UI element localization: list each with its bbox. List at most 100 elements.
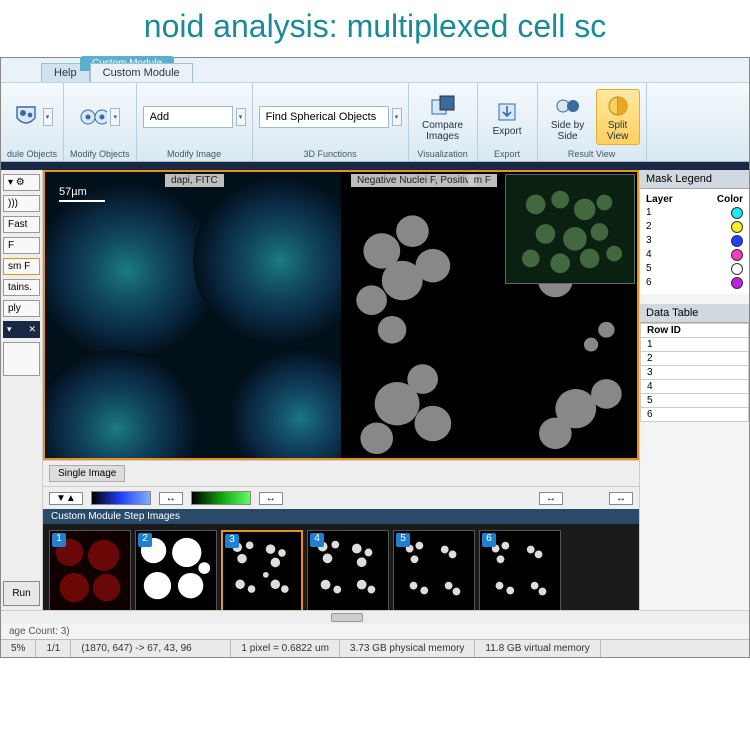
empty-field[interactable] <box>3 342 40 376</box>
table-row[interactable]: 4 <box>641 380 749 394</box>
step-thumb-5[interactable]: 5 <box>393 530 475 612</box>
step-strip: 1 2 3 4 5 6 <box>43 524 639 618</box>
color-swatch <box>731 221 743 233</box>
step-thumb-3[interactable]: 3 <box>221 530 303 612</box>
legend-row: 6 <box>646 276 743 290</box>
legend-layer: 6 <box>646 277 652 289</box>
ribbon: ▾ dule Objects ▾ Modify Objects ▾ Modify… <box>1 82 749 162</box>
expand-icon[interactable]: ▼▲ <box>49 492 83 505</box>
legend-header: Color <box>717 194 743 205</box>
stains-item[interactable]: tains. <box>3 279 40 296</box>
channel-label-right2: m F <box>468 174 497 187</box>
color-swatch <box>731 249 743 261</box>
color-swatch <box>731 207 743 219</box>
3d-functions-input[interactable] <box>259 106 389 128</box>
ribbon-group-label: Visualization <box>415 147 471 159</box>
ribbon-group-label: Modify Objects <box>70 147 130 159</box>
histogram-blue[interactable] <box>91 491 151 505</box>
table-row[interactable]: 6 <box>641 408 749 422</box>
panel-close-bar[interactable]: ▾✕ <box>3 321 40 338</box>
modify-image-input[interactable] <box>143 106 233 128</box>
right-panel: Mask Legend LayerColor 123456 Data Table… <box>639 170 749 610</box>
modify-objects-icon[interactable] <box>79 103 107 131</box>
status-virt-mem: 11.8 GB virtual memory <box>475 640 600 657</box>
step-thumb-2[interactable]: 2 <box>135 530 217 612</box>
view-pane-right[interactable]: Negative Nuclei F, Positiv m F <box>341 172 637 458</box>
compare-images-button[interactable]: Compare Images <box>415 90 471 144</box>
histogram-green[interactable] <box>191 491 251 505</box>
chevron-down-icon[interactable]: ▾ <box>110 108 120 126</box>
horizontal-scrollbar[interactable] <box>1 610 749 624</box>
menu-tab-custom-module[interactable]: Custom Module <box>90 63 193 82</box>
status-phys-mem: 3.73 GB physical memory <box>340 640 476 657</box>
status-pixel-scale: 1 pixel = 0.6822 um <box>231 640 340 657</box>
histogram-row: ▼▲ ↔ ↔ ↔ ↔ <box>43 486 639 509</box>
status-page: 1/1 <box>36 640 71 657</box>
application-window: Custom Module Help Custom Module ▾ dule … <box>0 57 750 658</box>
table-row[interactable]: 2 <box>641 352 749 366</box>
ribbon-group-label: Result View <box>544 147 640 159</box>
left-panel: ▾ ⚙ ))) Fast F sm F tains. ply ▾✕ Run <box>1 170 43 610</box>
status-percent: 5% <box>1 640 36 657</box>
table-row[interactable]: 5 <box>641 394 749 408</box>
side-by-side-button[interactable]: Side by Side <box>544 90 592 144</box>
chevron-down-icon[interactable]: ▾ <box>236 108 246 126</box>
fast-button[interactable]: Fast <box>3 216 40 233</box>
chevron-down-icon[interactable]: ▾ <box>43 108 53 126</box>
mask-legend: LayerColor 123456 <box>640 189 749 294</box>
mask-legend-title: Mask Legend <box>640 170 749 189</box>
single-image-tab[interactable]: Single Image <box>49 465 125 482</box>
title-strip <box>1 162 749 170</box>
chevron-down-icon[interactable]: ▾ <box>392 108 402 126</box>
arrows-h-icon[interactable]: ↔ <box>259 492 283 505</box>
button-label: Side by Side <box>548 120 588 142</box>
step-strip-title: Custom Module Step Images <box>43 509 639 524</box>
arrows-h-icon[interactable]: ↔ <box>159 492 183 505</box>
color-swatch <box>731 277 743 289</box>
export-button[interactable]: Export <box>489 96 526 139</box>
image-count-label: age Count: 3) <box>1 624 749 639</box>
step-thumb-6[interactable]: 6 <box>479 530 561 612</box>
arrows-h-icon[interactable]: ↔ <box>539 492 563 505</box>
legend-layer: 3 <box>646 235 652 247</box>
ribbon-group-label: 3D Functions <box>259 147 402 159</box>
step-thumb-1[interactable]: 1 <box>49 530 131 612</box>
color-swatch <box>731 263 743 275</box>
legend-layer: 5 <box>646 263 652 275</box>
compare-images-icon <box>429 92 457 120</box>
legend-layer: 1 <box>646 207 652 219</box>
step-thumb-4[interactable]: 4 <box>307 530 389 612</box>
ribbon-group-label: Modify Image <box>143 147 246 159</box>
button-label: Compare Images <box>419 120 467 142</box>
split-view-icon <box>604 92 632 120</box>
color-swatch <box>731 235 743 247</box>
run-button[interactable]: Run <box>3 581 40 606</box>
table-row[interactable]: 3 <box>641 366 749 380</box>
legend-row: 5 <box>646 262 743 276</box>
split-viewer[interactable]: dapi, FITC 57µm Negative Nuclei F, Posit… <box>43 170 639 460</box>
overview-thumbnail[interactable] <box>505 174 635 284</box>
button-label: Split View <box>601 120 635 142</box>
legend-layer: 4 <box>646 249 652 261</box>
arrows-h-icon[interactable]: ↔ <box>609 492 633 505</box>
panel-dropdown[interactable]: ▾ ⚙ <box>3 174 40 191</box>
wifi-icon[interactable]: ))) <box>3 195 40 212</box>
channel-label-left: dapi, FITC <box>165 174 224 187</box>
legend-layer: 2 <box>646 221 652 233</box>
viewer-controls: Single Image <box>43 460 639 486</box>
button-label: Export <box>493 126 522 137</box>
table-row[interactable]: 1 <box>641 338 749 352</box>
apply-button[interactable]: ply <box>3 300 40 317</box>
status-coords: (1870, 647) -> 67, 43, 96 <box>71 640 231 657</box>
status-bar: 5% 1/1 (1870, 647) -> 67, 43, 96 1 pixel… <box>1 639 749 657</box>
filter-smf-item[interactable]: sm F <box>3 258 40 275</box>
filter-f-item[interactable]: F <box>3 237 40 254</box>
view-pane-left[interactable]: dapi, FITC 57µm <box>45 172 341 458</box>
legend-row: 2 <box>646 220 743 234</box>
ribbon-group-label: dule Objects <box>7 147 57 159</box>
shield-cells-icon[interactable] <box>12 103 40 131</box>
close-icon[interactable]: ✕ <box>28 324 36 335</box>
split-view-button[interactable]: Split View <box>596 89 640 145</box>
ribbon-group-label: Export <box>484 147 531 159</box>
data-table[interactable]: Row ID 123456 <box>640 323 749 422</box>
